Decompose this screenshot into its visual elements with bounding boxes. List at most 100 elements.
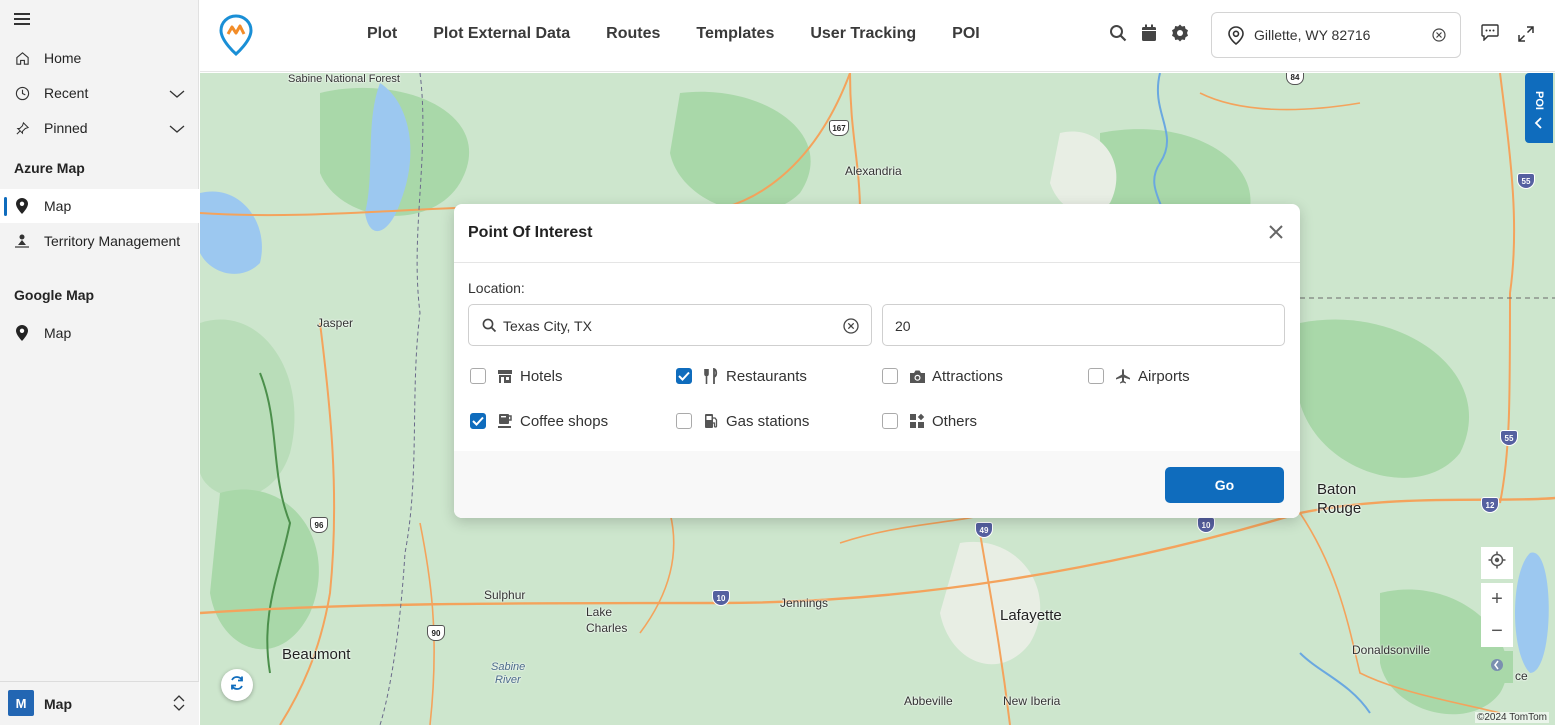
- map-copyright: ©2024 TomTom: [1475, 712, 1549, 723]
- sidebar: Home Recent Pinned Azure Map Map Territo…: [0, 0, 199, 725]
- sidebar-item-label: Map: [44, 325, 72, 341]
- category-label: Gas stations: [726, 412, 810, 430]
- chevron-up-down-icon[interactable]: [173, 694, 185, 717]
- search-icon[interactable]: [1109, 24, 1127, 47]
- sidebar-item-label: Map: [44, 198, 72, 214]
- sidebar-item-pinned[interactable]: Pinned: [0, 111, 199, 145]
- grid-icon: [908, 412, 926, 430]
- checkbox-gas-stations[interactable]: [676, 413, 692, 429]
- map-marker-icon: [14, 325, 30, 341]
- map-style-button[interactable]: [1481, 651, 1513, 683]
- territory-icon: [14, 233, 30, 249]
- header-location-input[interactable]: [1254, 24, 1424, 46]
- category-label: Attractions: [932, 367, 1003, 385]
- highway-shield: 90: [427, 625, 445, 641]
- go-button[interactable]: Go: [1165, 467, 1284, 503]
- map-label: Sabine National Forest: [288, 73, 400, 85]
- sidebar-item-label: Recent: [44, 85, 89, 101]
- map-label: River: [495, 674, 521, 686]
- poi-radius-input[interactable]: [895, 315, 1265, 337]
- modal-divider: [454, 262, 1300, 263]
- menu-routes[interactable]: Routes: [606, 25, 660, 43]
- category-hotels[interactable]: Hotels: [470, 366, 563, 386]
- poi-side-tab[interactable]: POI: [1525, 73, 1553, 143]
- map-label: Jasper: [317, 316, 354, 330]
- map-label: Charles: [586, 621, 628, 635]
- refresh-icon: [229, 675, 245, 696]
- category-label: Others: [932, 412, 978, 430]
- location-label: Location:: [468, 280, 525, 296]
- app-switcher[interactable]: M Map: [0, 681, 199, 725]
- category-label: Restaurants: [726, 367, 807, 385]
- location-pin-icon: [1228, 26, 1244, 50]
- sidebar-item-label: Home: [44, 50, 82, 66]
- home-icon: [14, 50, 30, 66]
- chat-icon[interactable]: [1481, 24, 1499, 46]
- highway-shield: 167: [829, 120, 849, 136]
- category-label: Hotels: [520, 367, 563, 385]
- clear-input-icon[interactable]: [843, 318, 859, 339]
- highway-shield: 96: [310, 517, 328, 533]
- sidebar-item-territory-management[interactable]: Territory Management: [0, 224, 199, 258]
- poi-tab-label: POI: [1533, 91, 1545, 110]
- zoom-out-button[interactable]: −: [1481, 615, 1513, 647]
- menu-templates[interactable]: Templates: [696, 25, 774, 43]
- category-gas-stations[interactable]: Gas stations: [676, 411, 809, 431]
- chevron-down-icon[interactable]: [169, 121, 185, 137]
- menu-user-tracking[interactable]: User Tracking: [810, 25, 916, 43]
- checkbox-coffee-shops[interactable]: [470, 413, 486, 429]
- poi-location-field[interactable]: [468, 304, 872, 346]
- gear-icon[interactable]: [1171, 24, 1189, 47]
- layers-icon: [1489, 656, 1505, 679]
- calendar-icon[interactable]: [1141, 24, 1157, 47]
- modal-footer: Go: [454, 451, 1300, 518]
- map-label: Jennings: [780, 596, 829, 610]
- menu-plot[interactable]: Plot: [367, 25, 397, 43]
- map-label: Sabine: [491, 661, 526, 673]
- close-icon[interactable]: [1268, 224, 1284, 240]
- checkbox-restaurants[interactable]: [676, 368, 692, 384]
- sidebar-item-google-map[interactable]: Map: [0, 316, 199, 350]
- refresh-button[interactable]: [221, 669, 253, 701]
- app-switcher-label: Map: [44, 696, 72, 712]
- poi-radius-field[interactable]: [882, 304, 1285, 346]
- category-label: Airports: [1138, 367, 1190, 385]
- map-label: New Iberia: [1003, 694, 1061, 708]
- category-restaurants[interactable]: Restaurants: [676, 366, 807, 386]
- section-title-google-map: Google Map: [14, 287, 95, 303]
- map-label: Lake: [586, 605, 613, 619]
- category-label: Coffee shops: [520, 412, 609, 430]
- sidebar-item-recent[interactable]: Recent: [0, 76, 199, 110]
- category-coffee-shops[interactable]: Coffee shops: [470, 411, 608, 431]
- checkbox-others[interactable]: [882, 413, 898, 429]
- checkmark-icon: [472, 416, 484, 426]
- clear-location-icon[interactable]: [1432, 28, 1446, 47]
- zoom-in-button[interactable]: +: [1481, 583, 1513, 615]
- locate-me-button[interactable]: [1481, 547, 1513, 579]
- camera-icon: [908, 367, 926, 385]
- app-root: Home Recent Pinned Azure Map Map Territo…: [0, 0, 1555, 725]
- app-logo-icon[interactable]: [219, 14, 253, 61]
- category-others[interactable]: Others: [882, 411, 977, 431]
- section-title-azure-map: Azure Map: [14, 160, 85, 176]
- plane-icon: [1114, 367, 1132, 385]
- app-badge: M: [8, 690, 34, 716]
- category-airports[interactable]: Airports: [1088, 366, 1190, 386]
- poi-location-input[interactable]: [503, 315, 823, 337]
- checkbox-hotels[interactable]: [470, 368, 486, 384]
- coffee-icon: [496, 412, 514, 430]
- category-attractions[interactable]: Attractions: [882, 366, 1003, 386]
- sidebar-item-azure-map[interactable]: Map: [0, 189, 199, 223]
- modal-title: Point Of Interest: [468, 224, 593, 241]
- hamburger-menu-icon[interactable]: [14, 13, 30, 25]
- header-location-field[interactable]: [1211, 12, 1461, 58]
- top-header: Plot Plot External Data Routes Templates…: [200, 0, 1555, 72]
- menu-plot-external-data[interactable]: Plot External Data: [433, 25, 570, 43]
- checkbox-attractions[interactable]: [882, 368, 898, 384]
- expand-icon[interactable]: [1518, 26, 1534, 47]
- checkbox-airports[interactable]: [1088, 368, 1104, 384]
- menu-poi[interactable]: POI: [952, 25, 980, 43]
- sidebar-item-home[interactable]: Home: [0, 41, 199, 75]
- store-icon: [496, 367, 514, 385]
- chevron-down-icon[interactable]: [169, 86, 185, 102]
